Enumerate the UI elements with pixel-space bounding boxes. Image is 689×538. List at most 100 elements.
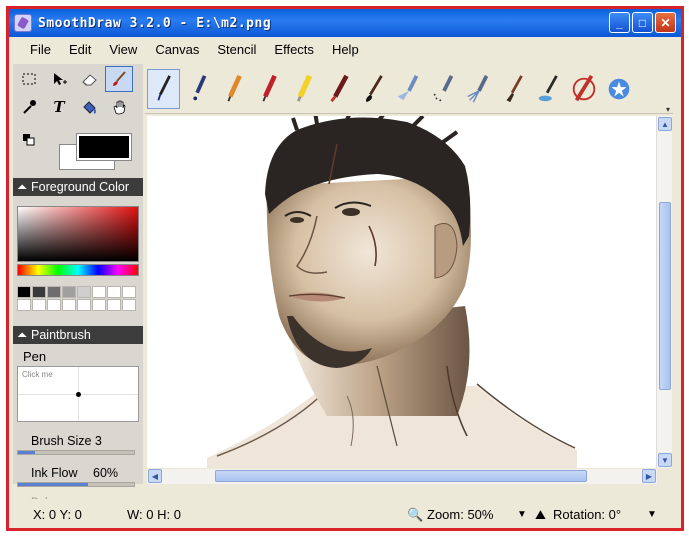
ink-flow-label: Ink Flow <box>31 466 78 480</box>
window-title: SmoothDraw 3.2.0 - E:\m2.png <box>38 15 272 31</box>
palette-swatch[interactable] <box>122 286 136 298</box>
airbrush-icon[interactable] <box>427 69 460 109</box>
brush-icon[interactable] <box>357 69 390 109</box>
palette-swatch[interactable] <box>107 286 121 298</box>
menu-canvas[interactable]: Canvas <box>146 42 208 57</box>
foreground-color-label: Foreground Color <box>31 180 129 194</box>
rotation-icon: ⛰ <box>535 507 546 522</box>
selection-size: W: 0 H: 0 <box>127 507 181 522</box>
palette-swatch[interactable] <box>47 286 61 298</box>
flat-brush-icon[interactable] <box>497 69 530 109</box>
palette-swatch[interactable] <box>122 299 136 311</box>
palette-swatch[interactable] <box>62 299 76 311</box>
brush-size-fill <box>18 451 36 454</box>
paintbrush-icon[interactable] <box>105 66 133 92</box>
palette-swatch[interactable] <box>92 299 106 311</box>
move-icon[interactable] <box>45 66 73 92</box>
app-window: SmoothDraw 3.2.0 - E:\m2.png _ □ ✕ File … <box>9 9 681 528</box>
text-tool-icon[interactable]: T <box>45 94 73 120</box>
palette-swatch[interactable] <box>107 299 121 311</box>
palette-swatch[interactable] <box>77 299 91 311</box>
title-bar[interactable]: SmoothDraw 3.2.0 - E:\m2.png _ □ ✕ <box>9 9 681 37</box>
menu-stencil[interactable]: Stencil <box>208 42 265 57</box>
menu-edit[interactable]: Edit <box>60 42 100 57</box>
color-picker-field[interactable] <box>17 206 139 262</box>
hue-slider[interactable] <box>17 264 139 276</box>
eyedropper-icon[interactable] <box>15 94 43 120</box>
rotation-control[interactable]: Rotation: 0° <box>553 507 621 522</box>
foreground-color-header[interactable]: ⏶ Foreground Color <box>13 178 143 196</box>
pen-icon[interactable] <box>147 68 180 109</box>
palette-swatch[interactable] <box>47 299 61 311</box>
ink-flow-fill <box>18 483 88 486</box>
brush-size-slider[interactable] <box>17 450 135 455</box>
collapse-icon: ⏶ <box>17 179 28 194</box>
highlighter-icon[interactable] <box>287 69 320 109</box>
brush-toolbar-more-icon[interactable]: ▾ <box>663 64 673 114</box>
fill-bucket-icon[interactable] <box>75 94 103 120</box>
menu-effects[interactable]: Effects <box>265 42 323 57</box>
tool-palette: T <box>13 64 143 120</box>
zoom-dropdown-icon[interactable]: ▼ <box>517 509 527 520</box>
brush-preview[interactable]: Click me <box>17 366 139 422</box>
horizontal-scroll-thumb[interactable] <box>215 470 587 482</box>
palette-swatch[interactable] <box>92 286 106 298</box>
minimize-button[interactable]: _ <box>609 12 630 33</box>
palette-swatch[interactable] <box>32 299 46 311</box>
zoom-control[interactable]: Zoom: 50% <box>427 507 493 522</box>
color-palette <box>17 286 139 311</box>
hand-icon[interactable] <box>105 94 133 120</box>
water-brush-icon[interactable] <box>532 69 565 109</box>
portrait-drawing <box>207 116 577 468</box>
ink-flow-slider[interactable] <box>17 482 135 487</box>
red-pencil-icon[interactable] <box>252 69 285 109</box>
paintbrush-label: Paintbrush <box>31 328 91 342</box>
brush-name: Pen <box>23 349 47 364</box>
brush-dot <box>76 392 81 397</box>
canvas-area: ▾ ▲ ▼ ◀ ▶ <box>145 64 673 484</box>
menu-view[interactable]: View <box>100 42 146 57</box>
palette-swatch[interactable] <box>62 286 76 298</box>
horizontal-scrollbar[interactable]: ◀ ▶ <box>147 469 657 484</box>
zoom-icon: 🔍 <box>407 507 424 522</box>
star-icon[interactable] <box>602 69 635 109</box>
drawing-canvas[interactable] <box>147 116 657 468</box>
rotation-dropdown-icon[interactable]: ▼ <box>647 509 657 520</box>
palette-swatch[interactable] <box>17 286 31 298</box>
palette-swatch[interactable] <box>32 286 46 298</box>
brush-size-label: Brush Size 3 <box>31 434 102 448</box>
sprinkle-icon[interactable] <box>462 69 495 109</box>
pencil-icon[interactable] <box>217 69 250 109</box>
ink-pen-icon[interactable] <box>182 69 215 109</box>
scroll-down-icon[interactable]: ▼ <box>658 453 672 467</box>
paintbrush-header[interactable]: ⏶ Paintbrush <box>13 326 143 344</box>
maximize-button[interactable]: □ <box>632 12 653 33</box>
app-window-frame: SmoothDraw 3.2.0 - E:\m2.png _ □ ✕ File … <box>6 6 684 531</box>
spray-icon[interactable] <box>392 69 425 109</box>
preview-hint: Click me <box>22 370 53 379</box>
bristle-brush-icon[interactable] <box>567 69 600 109</box>
status-bar: X: 0 Y: 0 W: 0 H: 0 🔍 Zoom: 50% ▼ ⛰ Rota… <box>9 499 681 528</box>
scroll-left-icon[interactable]: ◀ <box>148 469 162 483</box>
vertical-scrollbar[interactable]: ▲ ▼ <box>656 116 672 468</box>
foreground-color-swatch[interactable] <box>76 133 132 161</box>
color-swatches <box>13 126 143 170</box>
palette-swatch[interactable] <box>17 299 31 311</box>
brush-toolbar: ▾ <box>145 64 673 114</box>
menu-bar: File Edit View Canvas Stencil Effects He… <box>9 37 681 61</box>
vertical-scroll-thumb[interactable] <box>659 202 671 390</box>
app-icon[interactable] <box>14 14 32 32</box>
menu-file[interactable]: File <box>21 42 60 57</box>
ink-flow-value: 60% <box>93 466 119 480</box>
collapse-icon: ⏶ <box>17 327 28 342</box>
close-button[interactable]: ✕ <box>655 12 676 33</box>
scroll-up-icon[interactable]: ▲ <box>658 117 672 131</box>
palette-swatch[interactable] <box>77 286 91 298</box>
select-rect-icon[interactable] <box>15 66 43 92</box>
menu-help[interactable]: Help <box>323 42 368 57</box>
cursor-coords: X: 0 Y: 0 <box>33 507 82 522</box>
scroll-right-icon[interactable]: ▶ <box>642 469 656 483</box>
crayon-icon[interactable] <box>322 69 355 109</box>
eraser-icon[interactable] <box>75 66 103 92</box>
swap-colors-icon[interactable] <box>23 134 35 146</box>
